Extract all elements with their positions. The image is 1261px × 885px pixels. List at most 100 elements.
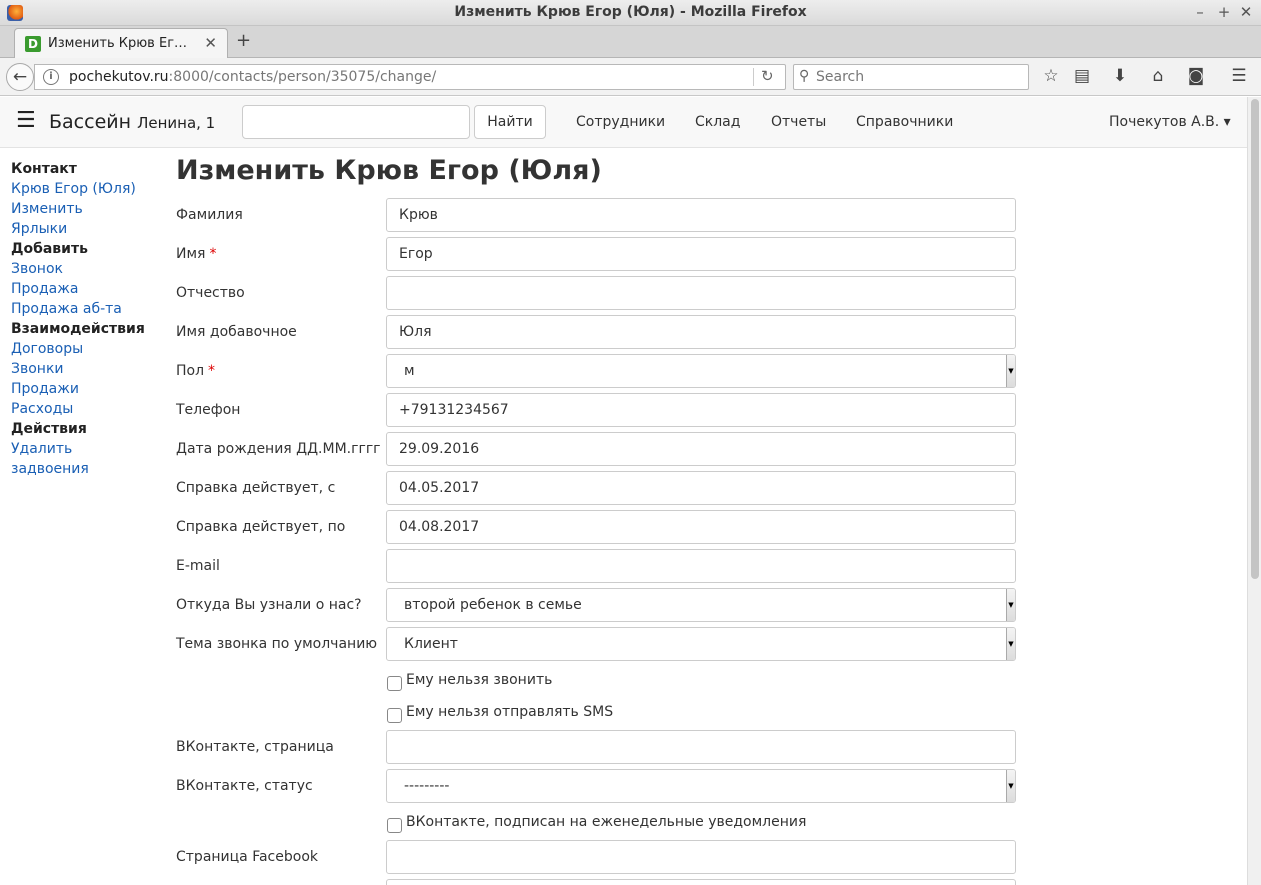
search-input[interactable] xyxy=(816,68,1016,86)
dropdown-arrow-icon[interactable]: ▼ xyxy=(1006,589,1015,621)
pocket-icon[interactable]: ◙ xyxy=(1185,66,1207,86)
maximize-icon[interactable]: + xyxy=(1216,3,1232,21)
tab-close-icon[interactable]: ✕ xyxy=(204,34,217,52)
field-label: Отчество xyxy=(176,285,245,301)
sidebar-link-calls[interactable]: Звонки xyxy=(11,359,161,379)
find-button[interactable]: Найти xyxy=(474,105,546,139)
vk-status-select[interactable]: --------- ▼ xyxy=(386,769,1016,803)
field-next-partial xyxy=(176,879,1016,885)
required-marker: * xyxy=(209,246,217,262)
close-window-icon[interactable]: ✕ xyxy=(1238,3,1254,21)
page-scrollbar[interactable] xyxy=(1247,97,1261,885)
sidebar-link-duplicates[interactable]: задвоения xyxy=(11,459,161,479)
vk-page-input[interactable] xyxy=(386,730,1016,764)
field-label: Имя добавочное xyxy=(176,324,297,340)
field-gender: Пол * м ▼ xyxy=(176,354,1016,388)
brand-branch: Ленина, 1 xyxy=(137,114,216,132)
last-name-input[interactable]: Крюв xyxy=(386,198,1016,232)
url-text[interactable]: pochekutov.ru:8000/contacts/person/35075… xyxy=(69,69,436,85)
scrollbar-thumb[interactable] xyxy=(1251,99,1259,579)
field-source: Откуда Вы узнали о нас? второй ребенок в… xyxy=(176,588,1016,622)
menu-employees[interactable]: Сотрудники xyxy=(576,114,665,130)
cert-from-input[interactable]: 04.05.2017 xyxy=(386,471,1016,505)
app-navbar: ☰ Бассейн Ленина, 1 Найти Сотрудники Скл… xyxy=(0,97,1247,148)
download-icon[interactable]: ⬇ xyxy=(1109,66,1131,86)
field-label: Телефон xyxy=(176,402,241,418)
sidebar-heading-contact: Контакт xyxy=(11,161,77,177)
navigation-toolbar: ← i pochekutov.ru:8000/contacts/person/3… xyxy=(0,58,1261,96)
site-info-icon[interactable]: i xyxy=(43,69,59,85)
back-arrow-icon[interactable]: ← xyxy=(6,63,34,91)
sidebar-link-labels[interactable]: Ярлыки xyxy=(11,219,161,239)
field-label: Тема звонка по умолчанию xyxy=(176,636,378,652)
field-patronymic: Отчество xyxy=(176,276,1016,310)
vk-subscribed-checkbox[interactable] xyxy=(387,818,402,833)
field-label-text: Пол xyxy=(176,363,205,379)
dropdown-arrow-icon[interactable]: ▼ xyxy=(1006,355,1015,387)
select-value: Клиент xyxy=(404,636,458,652)
tab-current[interactable]: D Изменить Крюв Ег… ✕ xyxy=(14,28,228,58)
first-name-input[interactable]: Егор xyxy=(386,237,1016,271)
extra-name-input[interactable]: Юля xyxy=(386,315,1016,349)
patronymic-input[interactable] xyxy=(386,276,1016,310)
field-email: E-mail xyxy=(176,549,1016,583)
sidebar: Контакт Крюв Егор (Юля) Изменить Ярлыки … xyxy=(11,159,161,479)
reading-list-icon[interactable]: ▤ xyxy=(1071,66,1093,86)
bookmark-star-icon[interactable]: ☆ xyxy=(1040,66,1062,86)
select-value: второй ребенок в семье xyxy=(404,597,582,613)
home-icon[interactable]: ⌂ xyxy=(1147,66,1169,86)
sidebar-link-expenses[interactable]: Расходы xyxy=(11,399,161,419)
page-title: Изменить Крюв Егор (Юля) xyxy=(176,155,602,186)
sidebar-link-subscription-sale[interactable]: Продажа аб-та xyxy=(11,299,161,319)
brand[interactable]: Бассейн Ленина, 1 xyxy=(49,111,215,133)
birth-date-input[interactable]: 29.09.2016 xyxy=(386,432,1016,466)
field-vk-status: ВКонтакте, статус --------- ▼ xyxy=(176,769,1016,803)
phone-input[interactable]: +79131234567 xyxy=(386,393,1016,427)
check-label[interactable]: ВКонтакте, подписан на еженедельные увед… xyxy=(406,814,806,830)
cert-to-input[interactable]: 04.08.2017 xyxy=(386,510,1016,544)
call-topic-select[interactable]: Клиент ▼ xyxy=(386,627,1016,661)
required-marker: * xyxy=(208,363,216,379)
menu-icon[interactable]: ☰ xyxy=(1228,66,1250,86)
hamburger-icon[interactable]: ☰ xyxy=(16,108,36,133)
field-phone: Телефон +79131234567 xyxy=(176,393,1016,427)
field-label: E-mail xyxy=(176,558,220,574)
dropdown-arrow-icon[interactable]: ▼ xyxy=(1006,770,1015,802)
minimize-icon[interactable]: – xyxy=(1192,3,1208,21)
nav-search-input[interactable] xyxy=(242,105,470,139)
sidebar-link-call[interactable]: Звонок xyxy=(11,259,161,279)
sidebar-link-delete[interactable]: Удалить xyxy=(11,439,161,459)
url-separator xyxy=(753,68,754,86)
sidebar-link-contact-name[interactable]: Крюв Егор (Юля) xyxy=(11,179,161,199)
menu-reports[interactable]: Отчеты xyxy=(771,114,826,130)
source-select[interactable]: второй ребенок в семье ▼ xyxy=(386,588,1016,622)
sidebar-link-sales[interactable]: Продажи xyxy=(11,379,161,399)
sidebar-heading-actions: Действия xyxy=(11,421,87,437)
search-bar[interactable]: ⚲ xyxy=(793,64,1029,90)
sidebar-link-edit[interactable]: Изменить xyxy=(11,199,161,219)
no-sms-checkbox[interactable] xyxy=(387,708,402,723)
gender-select[interactable]: м ▼ xyxy=(386,354,1016,388)
check-label[interactable]: Ему нельзя отправлять SMS xyxy=(406,704,613,720)
tab-strip: D Изменить Крюв Ег… ✕ + xyxy=(0,26,1261,58)
window-titlebar: Изменить Крюв Егор (Юля) - Mozilla Firef… xyxy=(0,0,1261,26)
field-label: Фамилия xyxy=(176,207,243,223)
new-tab-icon[interactable]: + xyxy=(236,30,251,51)
menu-references[interactable]: Справочники xyxy=(856,114,953,130)
magnifier-icon: ⚲ xyxy=(799,68,810,84)
email-input[interactable] xyxy=(386,549,1016,583)
select-value: м xyxy=(404,363,415,379)
dropdown-arrow-icon[interactable]: ▼ xyxy=(1006,628,1015,660)
url-bar[interactable]: i pochekutov.ru:8000/contacts/person/350… xyxy=(34,64,786,90)
next-input-partial[interactable] xyxy=(386,879,1016,885)
field-label: Откуда Вы узнали о нас? xyxy=(176,597,362,613)
sidebar-link-sale[interactable]: Продажа xyxy=(11,279,161,299)
facebook-input[interactable] xyxy=(386,840,1016,874)
user-menu[interactable]: Почекутов А.В. ▾ xyxy=(1109,114,1231,130)
no-call-checkbox[interactable] xyxy=(387,676,402,691)
sidebar-link-contracts[interactable]: Договоры xyxy=(11,339,161,359)
field-first-name: Имя * Егор xyxy=(176,237,1016,271)
menu-warehouse[interactable]: Склад xyxy=(695,114,740,130)
check-label[interactable]: Ему нельзя звонить xyxy=(406,672,552,688)
reload-icon[interactable]: ↻ xyxy=(761,67,774,85)
